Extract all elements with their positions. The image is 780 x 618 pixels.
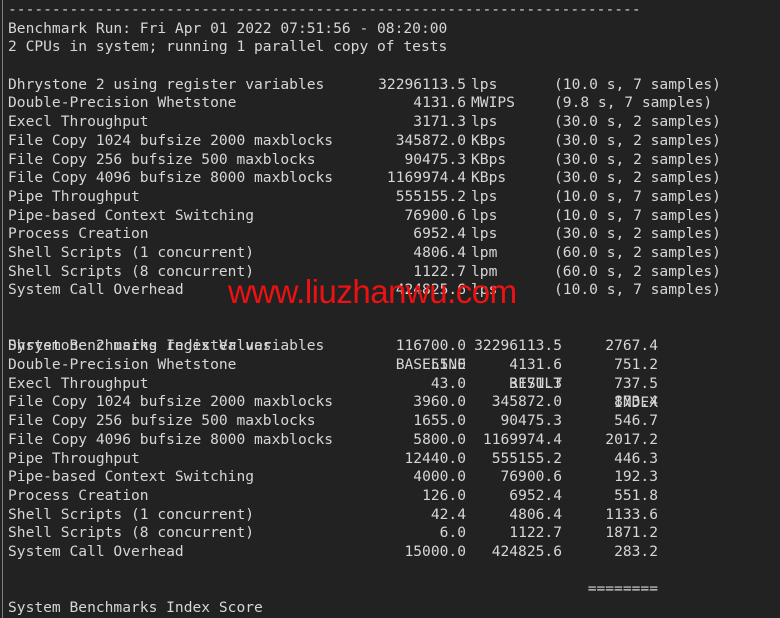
index-row-index: 192.3 (614, 468, 658, 486)
benchmark-result-row: File Copy 4096 bufsize 8000 maxblocks 116… (8, 169, 772, 188)
benchmark-result-row: File Copy 1024 bufsize 2000 maxblocks 345… (8, 132, 772, 151)
result-unit: lps (471, 187, 498, 205)
index-table-row: Dhrystone 2 using register variables 1167… (8, 337, 772, 356)
index-table-row: System Call Overhead 15000.0 424825.6 283.2 (8, 543, 772, 562)
cpu-info-line: 2 CPUs in system; running 1 parallel cop… (8, 38, 448, 56)
index-row-index: 446.3 (614, 449, 658, 467)
benchmark-result-row: Pipe Throughput 555155.2 lps (10.0 s, 7 sam… (8, 188, 772, 207)
result-unit: lpm (471, 262, 498, 280)
result-unit: lps (471, 113, 498, 131)
result-value: 76900.6 (404, 206, 466, 224)
window-left-edge (2, 0, 3, 618)
benchmark-result-row: Shell Scripts (8 concurrent) 1122.7 lpm (60… (8, 263, 772, 282)
index-row-index: 737.5 (614, 374, 658, 392)
result-value: 345872.0 (395, 131, 466, 149)
benchmark-result-row: File Copy 256 bufsize 500 maxblocks 90475… (8, 151, 772, 170)
terminal-window: ----------------------------------------… (0, 0, 780, 618)
result-note: (9.8 s, 7 samples) (554, 94, 713, 112)
benchmark-result-row: System Call Overhead 424825.6 lps (10.0 s, … (8, 281, 772, 300)
index-table-row: Double-Precision Whetstone 55.0 4131.6 751.… (8, 356, 772, 375)
result-value: 555155.2 (395, 187, 466, 205)
index-row-index: 873.4 (614, 393, 658, 411)
result-note: (10.0 s, 7 samples) (554, 75, 721, 93)
result-value: 4806.4 (413, 243, 466, 261)
benchmark-results-list: Dhrystone 2 using register variables 3229… (8, 76, 772, 300)
index-row-index: 1871.2 (605, 524, 658, 542)
result-unit: KBps (471, 150, 507, 168)
result-value: 1122.7 (413, 262, 466, 280)
result-note: (60.0 s, 2 samples) (554, 262, 721, 280)
result-value: 32296113.5 (378, 75, 466, 93)
result-unit: lps (471, 225, 498, 243)
result-unit: lps (471, 281, 498, 299)
index-row-index: 751.2 (614, 356, 658, 374)
result-note: (30.0 s, 2 samples) (554, 131, 721, 149)
result-note: (30.0 s, 2 samples) (554, 169, 721, 187)
result-note: (30.0 s, 2 samples) (554, 113, 721, 131)
index-table-row: Shell Scripts (1 concurrent) 42.4 4806.4 11… (8, 506, 772, 525)
index-row-index: 551.8 (614, 486, 658, 504)
result-value: 90475.3 (404, 150, 466, 168)
index-row-index: 283.2 (614, 542, 658, 560)
result-unit: lps (471, 75, 498, 93)
result-unit: lpm (471, 243, 498, 261)
benchmark-result-row: Double-Precision Whetstone 4131.6 MWIPS (9.… (8, 94, 772, 113)
benchmark-result-row: Process Creation 6952.4 lps (30.0 s, 2 samp… (8, 225, 772, 244)
index-score-row: System Benchmarks Index Score 767.8 (8, 580, 772, 618)
index-table-row: Execl Throughput 43.0 3171.3 737.5 (8, 375, 772, 394)
benchmark-result-row: Shell Scripts (1 concurrent) 4806.4 lpm (60… (8, 244, 772, 263)
index-row-index: 546.7 (614, 412, 658, 430)
index-table-header: System Benchmarks Index Values BASELINE … (8, 319, 772, 410)
index-table-row: File Copy 256 bufsize 500 maxblocks 1655.… (8, 412, 772, 431)
benchmark-run-line: Benchmark Run: Fri Apr 01 2022 07:51:56 … (8, 19, 448, 37)
index-row-index: 1133.6 (605, 505, 658, 523)
result-value: 1169974.4 (386, 169, 466, 187)
index-table-row: File Copy 1024 bufsize 2000 maxblocks 396… (8, 393, 772, 412)
result-note: (10.0 s, 7 samples) (554, 281, 721, 299)
result-value: 424825.6 (395, 281, 466, 299)
result-unit: lps (471, 206, 498, 224)
separator-rule-top: ----------------------------------------… (8, 1, 641, 18)
result-note: (30.0 s, 2 samples) (554, 150, 721, 168)
index-score-label: System Benchmarks Index Score (8, 599, 263, 617)
index-table-row: Process Creation 126.0 6952.4 551.8 (8, 487, 772, 506)
result-note: (10.0 s, 7 samples) (554, 187, 721, 205)
index-table-row: Pipe Throughput 12440.0 555155.2 446.3 (8, 450, 772, 469)
result-value: 3171.3 (413, 113, 466, 131)
result-note: (60.0 s, 2 samples) (554, 243, 721, 261)
index-row-index: 2017.2 (605, 430, 658, 448)
index-table-row: File Copy 4096 bufsize 8000 maxblocks 580… (8, 431, 772, 450)
result-value: 4131.6 (413, 94, 466, 112)
result-note: (10.0 s, 7 samples) (554, 206, 721, 224)
index-table-row: Pipe-based Context Switching 4000.0 76900.… (8, 468, 772, 487)
score-separator: ======== (8, 562, 772, 597)
benchmark-result-row: Execl Throughput 3171.3 lps (30.0 s, 2 samp… (8, 113, 772, 132)
benchmark-result-row: Pipe-based Context Switching 76900.6 lps (1… (8, 207, 772, 226)
result-unit: MWIPS (471, 94, 515, 112)
index-table-rows: Dhrystone 2 using register variables 1167… (8, 337, 772, 561)
index-table-row: Shell Scripts (8 concurrent) 6.0 1122.7 187… (8, 524, 772, 543)
result-unit: KBps (471, 169, 507, 187)
benchmark-result-row: Dhrystone 2 using register variables 3229… (8, 76, 772, 95)
index-row-index: 2767.4 (605, 337, 658, 355)
result-value: 6952.4 (413, 225, 466, 243)
terminal-output: ----------------------------------------… (8, 1, 772, 618)
result-unit: KBps (471, 131, 507, 149)
result-note: (30.0 s, 2 samples) (554, 225, 721, 243)
